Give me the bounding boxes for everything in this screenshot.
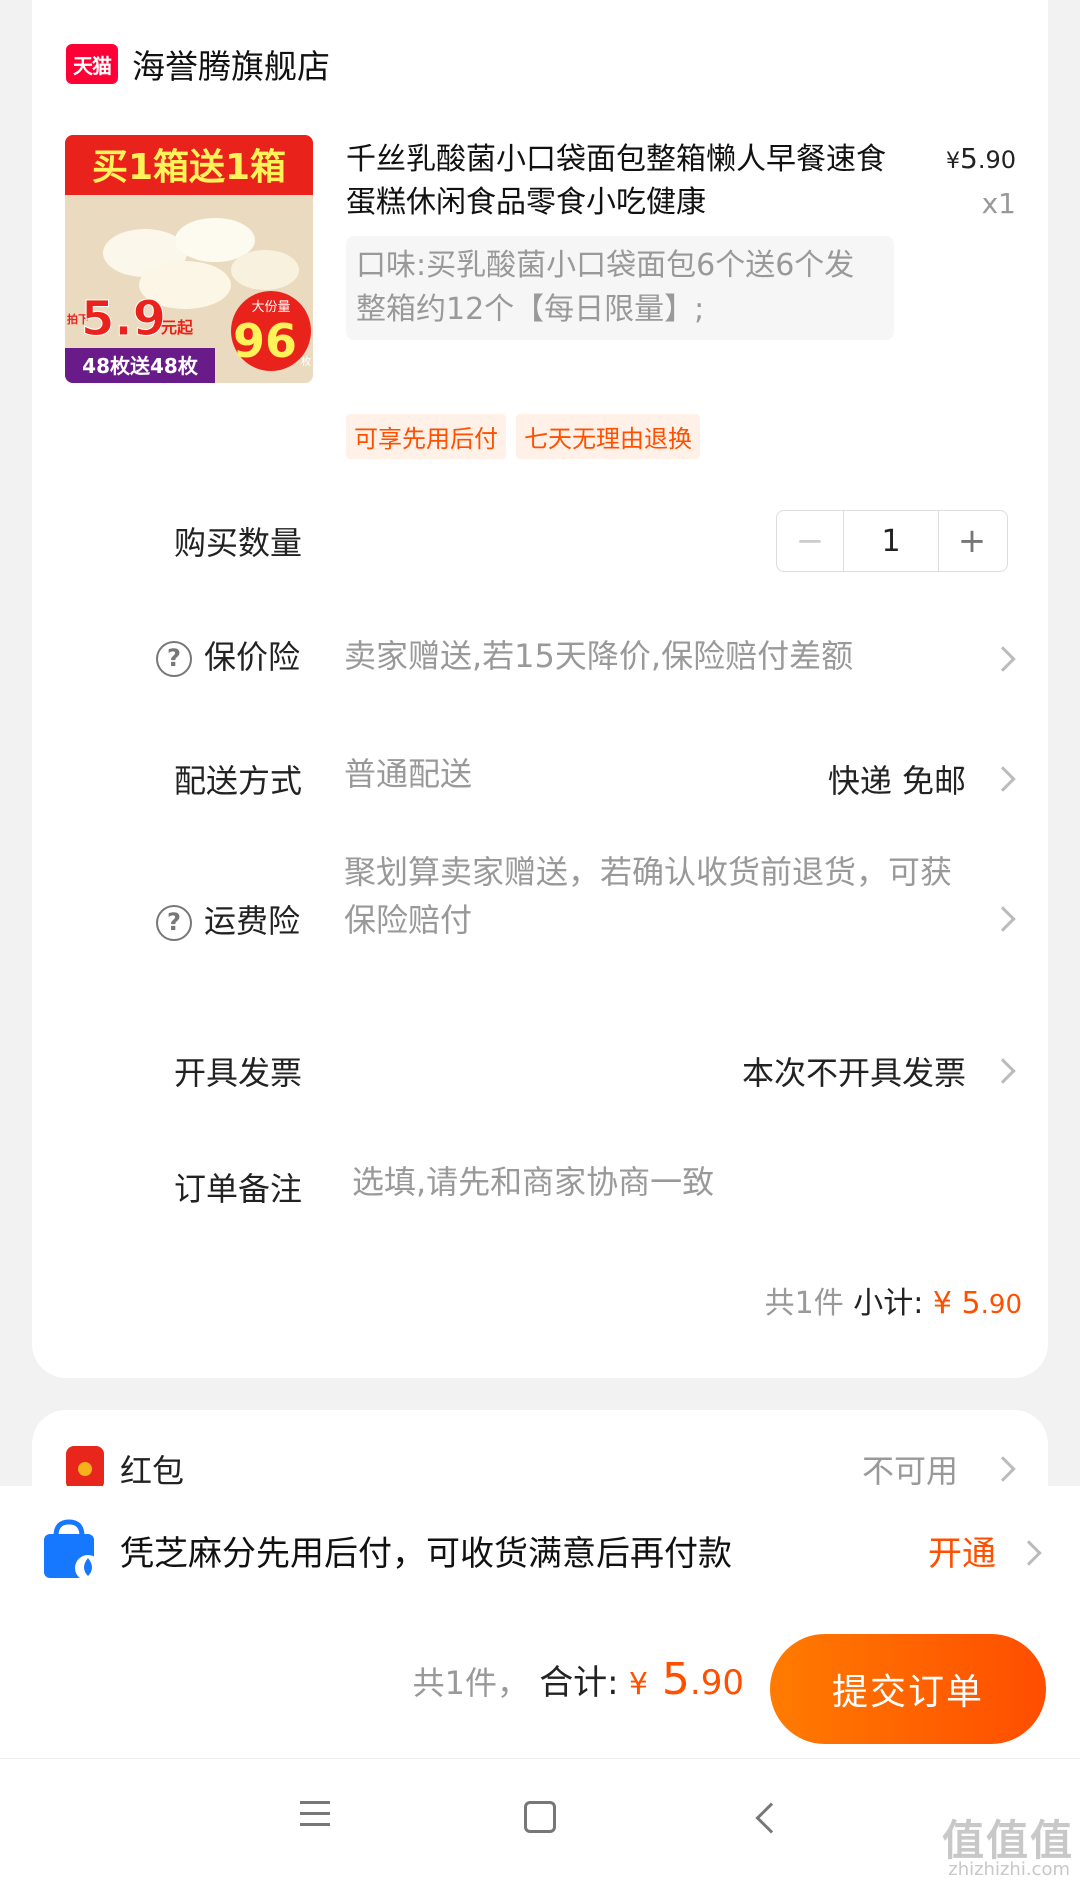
quantity-label: 购买数量 xyxy=(174,524,303,562)
tag-seven-day-return: 七天无理由退换 xyxy=(516,414,700,459)
tag-buy-now-pay-later: 可享先用后付 xyxy=(346,414,506,459)
delivery-desc: 普通配送 xyxy=(344,755,473,793)
bnpl-activate-link[interactable]: 开通 xyxy=(928,1526,996,1575)
chevron-right-icon xyxy=(990,646,1016,672)
tmall-logo: 天猫 xyxy=(66,44,118,84)
price-protect-desc: 卖家赠送,若15天降价,保险赔付差额 xyxy=(344,637,854,675)
checkout-bar: 共1件， 合计: ¥ 5.90 提交订单 xyxy=(0,1614,1080,1758)
price-protect-label-wrap: ? 保价险 xyxy=(156,632,300,678)
product-image[interactable]: 买1箱送1箱 拍下 5.9 元起 大份量 96 枚 48枚送48枚 xyxy=(65,135,313,383)
count-unit: 枚 xyxy=(301,355,311,368)
system-nav-bar: 值值值 zhizhizhi.com xyxy=(0,1758,1080,1887)
delivery-label: 配送方式 xyxy=(174,762,303,800)
total-count: 共1件， xyxy=(412,1664,530,1702)
order-total: 共1件， 合计: ¥ 5.90 xyxy=(413,1654,744,1705)
order-note-input[interactable]: 选填,请先和商家协商一致 xyxy=(352,1158,714,1206)
bnpl-text: 凭芝麻分先用后付，可收货满意后再付款 xyxy=(120,1534,732,1574)
order-note-label: 订单备注 xyxy=(174,1170,303,1208)
chevron-right-icon xyxy=(990,766,1016,792)
total-amount: ¥ 5.90 xyxy=(628,1654,744,1705)
price-badge: 5.9 xyxy=(81,291,166,347)
banner-text: 买1箱送1箱 xyxy=(92,147,286,188)
order-card: 天猫 海誉腾旗舰店 买1箱送1箱 拍下 5.9 元起 大份量 96 枚 48枚送… xyxy=(32,0,1048,1378)
shop-name[interactable]: 海誉腾旗舰店 xyxy=(132,40,330,88)
total-label: 合计: xyxy=(539,1663,619,1703)
big-portion-text: 大份量 xyxy=(251,300,290,315)
shipping-insurance-label: 运费险 xyxy=(204,902,301,940)
price-protect-label: 保价险 xyxy=(204,638,301,676)
order-subtotal: 共1件 小计: ¥ 5.90 xyxy=(765,1278,1022,1322)
question-circle-icon[interactable]: ? xyxy=(156,905,192,941)
subtotal-label: 小计: xyxy=(853,1286,924,1321)
invoice-value: 本次不开具发票 xyxy=(741,1054,966,1092)
bottom-text: 48枚送48枚 xyxy=(82,354,199,378)
menu-icon[interactable] xyxy=(300,1801,330,1834)
chevron-right-icon xyxy=(1016,1540,1042,1566)
price-suffix: 元起 xyxy=(161,318,194,337)
subtotal-count: 共1件 xyxy=(764,1286,844,1321)
chevron-right-icon xyxy=(990,1456,1016,1482)
sku-selector[interactable]: 口味:买乳酸菌小口袋面包6个送6个发整箱约12个【每日限量】; xyxy=(346,236,894,340)
back-icon[interactable] xyxy=(755,1802,787,1834)
chevron-right-icon xyxy=(990,906,1016,932)
shipping-insurance-label-wrap: ? 运费险 xyxy=(156,896,300,942)
quantity-value[interactable]: 1 xyxy=(843,511,939,571)
bnpl-bar[interactable]: 凭芝麻分先用后付，可收货满意后再付款 开通 xyxy=(0,1486,1080,1614)
red-packet-icon xyxy=(66,1446,104,1490)
invoice-label: 开具发票 xyxy=(174,1054,303,1092)
increase-button[interactable]: + xyxy=(939,511,1005,571)
subtotal-amount: ¥ 5.90 xyxy=(932,1286,1022,1321)
decrease-button[interactable]: − xyxy=(777,511,843,571)
home-icon[interactable] xyxy=(524,1801,556,1833)
count-text: 96 xyxy=(233,314,297,368)
shop-header[interactable]: 天猫 海誉腾旗舰店 xyxy=(66,40,330,88)
product-price-block: ¥5.90 x1 xyxy=(946,142,1016,220)
quantity-stepper[interactable]: − 1 + xyxy=(776,510,1008,572)
question-circle-icon[interactable]: ? xyxy=(156,641,192,677)
product-quantity: x1 xyxy=(981,187,1016,220)
product-image-art: 买1箱送1箱 拍下 5.9 元起 大份量 96 枚 48枚送48枚 xyxy=(65,135,313,383)
chevron-right-icon xyxy=(990,1058,1016,1084)
product-price: ¥5.90 xyxy=(946,142,1016,175)
shopping-bag-icon xyxy=(44,1519,101,1581)
submit-order-button[interactable]: 提交订单 xyxy=(770,1634,1046,1744)
watermark-url: zhizhizhi.com xyxy=(948,1859,1070,1880)
product-title[interactable]: 千丝乳酸菌小口袋面包整箱懒人早餐速食蛋糕休闲食品零食小吃健康 xyxy=(346,138,906,224)
shipping-insurance-desc: 聚划算卖家赠送，若确认收货前退货，可获保险赔付 xyxy=(344,853,953,939)
service-tags: 可享先用后付 七天无理由退换 xyxy=(346,414,700,459)
delivery-value: 快递 免邮 xyxy=(827,762,966,800)
